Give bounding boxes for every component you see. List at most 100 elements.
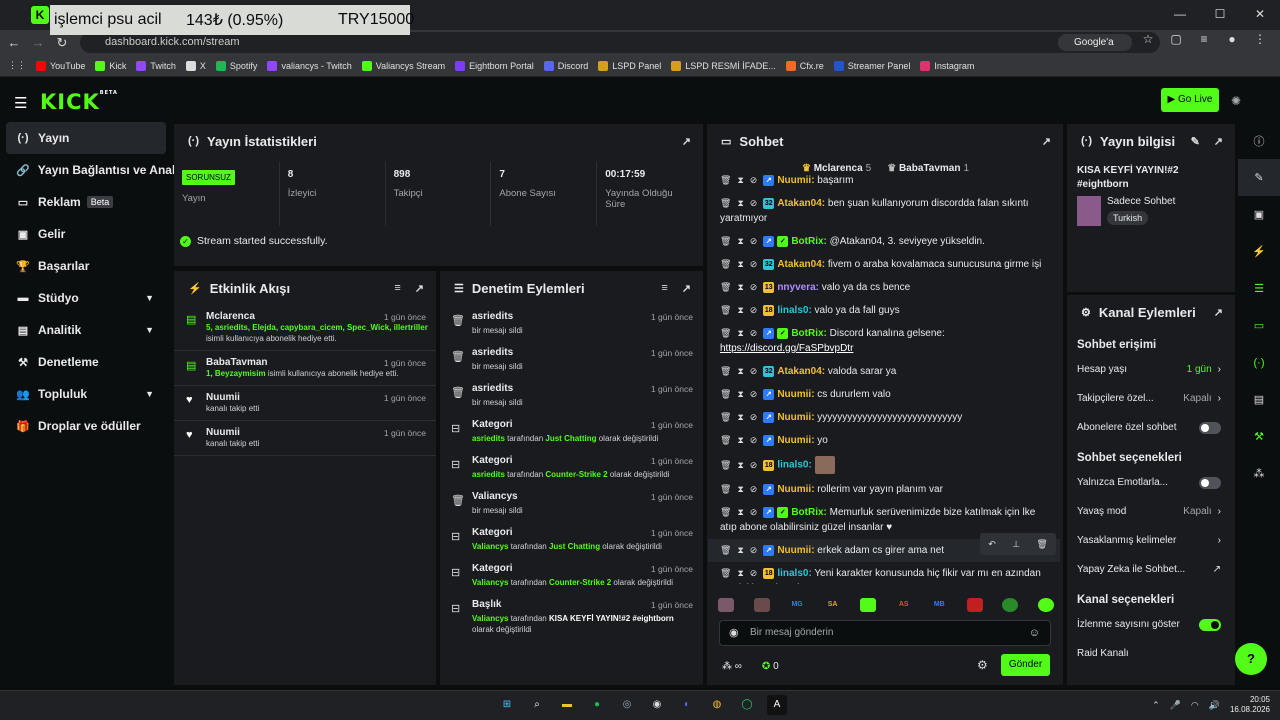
timeout-icon[interactable]: ⧗	[737, 196, 743, 211]
kick-logo[interactable]: KICKBETA	[40, 90, 118, 114]
ban-icon[interactable]: ⊘	[750, 173, 758, 188]
bolt-icon[interactable]: ⚡	[1238, 233, 1280, 270]
ban-icon[interactable]: ⊘	[750, 326, 758, 341]
trash-icon[interactable]: 🗑	[720, 173, 731, 188]
chat-username[interactable]: linals0:	[777, 460, 811, 471]
timeout-icon[interactable]: ⧗	[737, 410, 743, 425]
trash-icon[interactable]: 🗑	[720, 364, 731, 379]
back-icon[interactable]: ←	[4, 35, 24, 50]
info-icon[interactable]: ⓘ	[1238, 122, 1280, 159]
mic-icon[interactable]: 🎤	[1170, 700, 1181, 711]
user-avatar[interactable]: ✺	[1231, 94, 1241, 108]
trash-icon[interactable]: 🗑	[720, 458, 731, 473]
popout-icon[interactable]: ↗	[1214, 135, 1223, 148]
chat-username[interactable]: Nuumii:	[777, 545, 814, 556]
star-icon[interactable]: ☆	[1140, 32, 1156, 46]
chat-message[interactable]: 🗑 ⧗ ⊘ ↗ Nuumii: başarım	[708, 169, 1060, 192]
chat-settings-icon[interactable]: ⚙	[977, 658, 988, 672]
popout-icon[interactable]: ↗	[682, 135, 691, 148]
sidebar-item-10[interactable]: 🎁 Droplar ve ödüller	[0, 410, 172, 442]
chat-username[interactable]: Nuumii:	[777, 175, 814, 186]
chat-message[interactable]: 🗑 ⧗ ⊘ ↗ Nuumii: cs dururlem valo	[708, 383, 1060, 406]
timeout-icon[interactable]: ⧗	[737, 234, 743, 249]
bookmark-item[interactable]: X	[185, 60, 206, 71]
volume-icon[interactable]: 🔊	[1209, 700, 1220, 711]
trash-icon[interactable]: 🗑	[720, 505, 731, 520]
start-icon[interactable]: ⊞	[497, 695, 517, 715]
trash-icon[interactable]: 🗑	[720, 566, 731, 581]
timeout-icon[interactable]: ⧗	[737, 364, 743, 379]
wallet-icon[interactable]: ▣	[1238, 196, 1280, 233]
emote-2[interactable]	[753, 598, 770, 612]
chat-username[interactable]: BotRix:	[791, 236, 827, 247]
bookmark-item[interactable]: valiancys - Twitch	[267, 60, 352, 71]
bookmark-item[interactable]: Eightborn Portal	[455, 60, 534, 71]
profile-icon[interactable]: ●	[1224, 32, 1240, 46]
trash-icon[interactable]: 🗑	[720, 433, 731, 448]
chat-message[interactable]: 🗑 ⧗ ⊘ 32 Atakan04: valoda sarar ya	[708, 360, 1060, 383]
timeout-icon[interactable]: ⧗	[737, 387, 743, 402]
popout-icon[interactable]: ↗	[1042, 135, 1051, 148]
emote-10[interactable]	[1037, 598, 1054, 612]
ban-icon[interactable]: ⊘	[750, 303, 758, 318]
share-icon[interactable]: ⁂	[1238, 455, 1280, 492]
timeout-icon[interactable]: ⧗	[737, 543, 743, 558]
trash-icon[interactable]: 🗑	[720, 482, 731, 497]
extensions-icon[interactable]: ▢	[1168, 32, 1184, 46]
chat-username[interactable]: BotRix:	[791, 328, 827, 339]
ban-icon[interactable]: ⊘	[750, 543, 758, 558]
obs-icon[interactable]: ◉	[647, 695, 667, 715]
edit-icon[interactable]: ✎	[1191, 135, 1200, 148]
ban-icon[interactable]: ⊘	[750, 364, 758, 379]
discord-icon[interactable]: ◐	[677, 695, 697, 715]
emote-mb[interactable]: MB	[931, 598, 947, 612]
search-icon[interactable]: ⌕	[527, 695, 547, 715]
bookmark-item[interactable]: Valiancys Stream	[361, 60, 445, 71]
chat-message[interactable]: 🗑 ⧗ ⊘ ↗ Nuumii: yo	[708, 429, 1060, 452]
ai-chat-row[interactable]: Yapay Zeka ile Sohbet... ↗	[1067, 555, 1235, 584]
sidebar-item-7[interactable]: ▤ Analitik ▼	[0, 314, 172, 346]
ban-icon[interactable]: ⊘	[750, 566, 758, 581]
broadcast-icon[interactable]: (·)	[1238, 344, 1280, 381]
popout-icon[interactable]: ↗	[682, 282, 691, 295]
whatsapp-icon[interactable]: ◯	[737, 695, 757, 715]
raid-row[interactable]: Raid Kanalı	[1067, 639, 1235, 668]
emote-as[interactable]: AS	[896, 598, 912, 612]
filter-icon[interactable]: ≡	[661, 282, 667, 295]
timeout-icon[interactable]: ⧗	[737, 280, 743, 295]
chat-message[interactable]: 🗑 ⧗ ⊘ 18 linals0: Yeni karakter konusunda hi…	[708, 562, 1060, 584]
subs-only-toggle[interactable]	[1199, 421, 1221, 434]
timeout-icon[interactable]: ⧗	[737, 458, 743, 473]
chat-message[interactable]: 🗑 ⧗ ⊘ ↗ ✓ BotRix: @Atakan04, 3. seviyeye yüks…	[708, 230, 1060, 253]
emote-9[interactable]	[1002, 598, 1019, 612]
apps-icon[interactable]: ⋮⋮	[8, 60, 26, 71]
chat-message[interactable]: 🗑 ⧗ ⊘ ↗ Nuumii: erkek adam cs girer ama net ↶…	[708, 533, 1060, 562]
account-age-row[interactable]: Hesap yaşı 1 gün ›	[1067, 355, 1235, 384]
bookmark-item[interactable]: Cfx.re	[785, 60, 824, 71]
chat-username[interactable]: Atakan04:	[777, 198, 825, 209]
show-viewers-toggle[interactable]	[1199, 618, 1221, 631]
chat-message[interactable]: 🗑 ⧗ ⊘ ↗ ✓ BotRix: Discord kanalına gelsene: h…	[708, 322, 1060, 360]
sidebar-item-1[interactable]: (·) Yayın	[6, 122, 166, 154]
trash-icon[interactable]: 🗑	[720, 326, 731, 341]
timeout-icon[interactable]: ⧗	[737, 433, 743, 448]
chat-username[interactable]: BotRix:	[791, 507, 827, 518]
trash-icon[interactable]: 🗑	[720, 410, 731, 425]
hamburger-menu-icon[interactable]: ☰	[14, 94, 27, 112]
emote-picker-icon[interactable]: ◉	[729, 621, 739, 645]
bookmark-item[interactable]: Instagram	[920, 60, 974, 71]
forward-icon[interactable]: →	[28, 35, 48, 50]
filter-icon[interactable]: ≡	[394, 282, 400, 295]
menu-icon[interactable]: ⋮	[1252, 32, 1268, 46]
chat-username[interactable]: Nuumii:	[777, 435, 814, 446]
bookmark-item[interactable]: Spotify	[215, 60, 257, 71]
chat-input[interactable]: ◉ Bir mesaj gönderin ☺	[719, 620, 1051, 646]
smiley-icon[interactable]: ☺	[1029, 621, 1040, 645]
bookmark-item[interactable]: LSPD RESMİ İFADE...	[671, 60, 776, 71]
sidebar-item-6[interactable]: ▬ Stüdyo ▼	[0, 282, 172, 314]
reload-icon[interactable]: ↻	[52, 35, 72, 51]
bookmark-item[interactable]: Twitch	[136, 60, 176, 71]
trash-icon[interactable]: 🗑	[720, 387, 731, 402]
bookmark-item[interactable]: LSPD Panel	[598, 60, 661, 71]
chat-username[interactable]: Atakan04:	[777, 366, 825, 377]
